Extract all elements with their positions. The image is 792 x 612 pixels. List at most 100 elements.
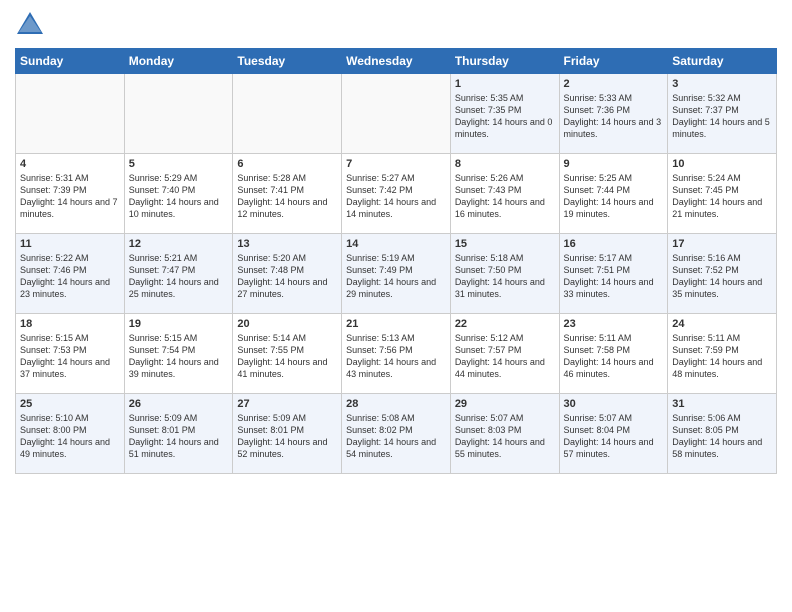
day-info: Sunrise: 5:08 AM Sunset: 8:02 PM Dayligh… bbox=[346, 412, 446, 461]
day-number: 19 bbox=[129, 318, 229, 330]
calendar-cell: 24Sunrise: 5:11 AM Sunset: 7:59 PM Dayli… bbox=[668, 314, 777, 394]
day-number: 21 bbox=[346, 318, 446, 330]
header bbox=[15, 10, 777, 40]
day-info: Sunrise: 5:09 AM Sunset: 8:01 PM Dayligh… bbox=[237, 412, 337, 461]
calendar-cell: 31Sunrise: 5:06 AM Sunset: 8:05 PM Dayli… bbox=[668, 394, 777, 474]
column-header-saturday: Saturday bbox=[668, 49, 777, 74]
day-number: 25 bbox=[20, 398, 120, 410]
calendar-cell bbox=[233, 74, 342, 154]
day-info: Sunrise: 5:15 AM Sunset: 7:53 PM Dayligh… bbox=[20, 332, 120, 381]
day-info: Sunrise: 5:32 AM Sunset: 7:37 PM Dayligh… bbox=[672, 92, 772, 141]
day-number: 14 bbox=[346, 238, 446, 250]
day-number: 15 bbox=[455, 238, 555, 250]
calendar-cell: 1 Sunrise: 5:35 AM Sunset: 7:35 PM Daylig… bbox=[450, 74, 559, 154]
day-info: Sunrise: 5:11 AM Sunset: 7:59 PM Dayligh… bbox=[672, 332, 772, 381]
day-number: 6 bbox=[237, 158, 337, 170]
calendar-cell: 5 Sunrise: 5:29 AM Sunset: 7:40 PM Daylig… bbox=[124, 154, 233, 234]
day-number: 13 bbox=[237, 238, 337, 250]
calendar-cell: 11 Sunrise: 5:22 AM Sunset: 7:46 PM Dayli… bbox=[16, 234, 125, 314]
day-info: Sunrise: 5:27 AM Sunset: 7:42 PM Dayligh… bbox=[346, 172, 446, 221]
day-number: 16 bbox=[564, 238, 664, 250]
day-info: Sunrise: 5:25 AM Sunset: 7:44 PM Dayligh… bbox=[564, 172, 664, 221]
calendar-cell: 9 Sunrise: 5:25 AM Sunset: 7:44 PM Daylig… bbox=[559, 154, 668, 234]
day-info: Sunrise: 5:07 AM Sunset: 8:04 PM Dayligh… bbox=[564, 412, 664, 461]
day-number: 1 bbox=[455, 78, 555, 90]
day-info: Sunrise: 5:17 AM Sunset: 7:51 PM Dayligh… bbox=[564, 252, 664, 301]
calendar-cell bbox=[124, 74, 233, 154]
day-info: Sunrise: 5:29 AM Sunset: 7:40 PM Dayligh… bbox=[129, 172, 229, 221]
day-info: Sunrise: 5:33 AM Sunset: 7:36 PM Dayligh… bbox=[564, 92, 664, 141]
column-header-tuesday: Tuesday bbox=[233, 49, 342, 74]
day-number: 18 bbox=[20, 318, 120, 330]
day-number: 7 bbox=[346, 158, 446, 170]
day-info: Sunrise: 5:13 AM Sunset: 7:56 PM Dayligh… bbox=[346, 332, 446, 381]
day-number: 22 bbox=[455, 318, 555, 330]
day-number: 8 bbox=[455, 158, 555, 170]
calendar-cell: 14 Sunrise: 5:19 AM Sunset: 7:49 PM Dayli… bbox=[342, 234, 451, 314]
day-number: 4 bbox=[20, 158, 120, 170]
calendar-cell: 22 Sunrise: 5:12 AM Sunset: 7:57 PM Dayli… bbox=[450, 314, 559, 394]
calendar-cell: 26 Sunrise: 5:09 AM Sunset: 8:01 PM Dayli… bbox=[124, 394, 233, 474]
day-info: Sunrise: 5:35 AM Sunset: 7:35 PM Dayligh… bbox=[455, 92, 555, 141]
day-info: Sunrise: 5:09 AM Sunset: 8:01 PM Dayligh… bbox=[129, 412, 229, 461]
day-number: 17 bbox=[672, 238, 772, 250]
calendar-cell: 21 Sunrise: 5:13 AM Sunset: 7:56 PM Dayli… bbox=[342, 314, 451, 394]
calendar-cell: 18 Sunrise: 5:15 AM Sunset: 7:53 PM Dayli… bbox=[16, 314, 125, 394]
day-info: Sunrise: 5:10 AM Sunset: 8:00 PM Dayligh… bbox=[20, 412, 120, 461]
logo bbox=[15, 10, 47, 40]
calendar-cell: 15 Sunrise: 5:18 AM Sunset: 7:50 PM Dayli… bbox=[450, 234, 559, 314]
day-number: 10 bbox=[672, 158, 772, 170]
column-header-wednesday: Wednesday bbox=[342, 49, 451, 74]
day-number: 29 bbox=[455, 398, 555, 410]
calendar-table: SundayMondayTuesdayWednesdayThursdayFrid… bbox=[15, 48, 777, 474]
page-container: SundayMondayTuesdayWednesdayThursdayFrid… bbox=[0, 0, 792, 484]
day-info: Sunrise: 5:19 AM Sunset: 7:49 PM Dayligh… bbox=[346, 252, 446, 301]
day-info: Sunrise: 5:28 AM Sunset: 7:41 PM Dayligh… bbox=[237, 172, 337, 221]
calendar-week-row: 4 Sunrise: 5:31 AM Sunset: 7:39 PM Daylig… bbox=[16, 154, 777, 234]
day-number: 9 bbox=[564, 158, 664, 170]
calendar-week-row: 18 Sunrise: 5:15 AM Sunset: 7:53 PM Dayli… bbox=[16, 314, 777, 394]
day-info: Sunrise: 5:24 AM Sunset: 7:45 PM Dayligh… bbox=[672, 172, 772, 221]
calendar-cell: 19 Sunrise: 5:15 AM Sunset: 7:54 PM Dayli… bbox=[124, 314, 233, 394]
calendar-cell: 30 Sunrise: 5:07 AM Sunset: 8:04 PM Dayli… bbox=[559, 394, 668, 474]
calendar-cell: 23Sunrise: 5:11 AM Sunset: 7:58 PM Dayli… bbox=[559, 314, 668, 394]
calendar-cell: 27Sunrise: 5:09 AM Sunset: 8:01 PM Dayli… bbox=[233, 394, 342, 474]
day-number: 26 bbox=[129, 398, 229, 410]
day-info: Sunrise: 5:14 AM Sunset: 7:55 PM Dayligh… bbox=[237, 332, 337, 381]
day-number: 20 bbox=[237, 318, 337, 330]
day-info: Sunrise: 5:18 AM Sunset: 7:50 PM Dayligh… bbox=[455, 252, 555, 301]
calendar-cell: 3 Sunrise: 5:32 AM Sunset: 7:37 PM Daylig… bbox=[668, 74, 777, 154]
calendar-cell: 17 Sunrise: 5:16 AM Sunset: 7:52 PM Dayli… bbox=[668, 234, 777, 314]
calendar-cell: 10 Sunrise: 5:24 AM Sunset: 7:45 PM Dayli… bbox=[668, 154, 777, 234]
column-header-thursday: Thursday bbox=[450, 49, 559, 74]
day-info: Sunrise: 5:16 AM Sunset: 7:52 PM Dayligh… bbox=[672, 252, 772, 301]
calendar-cell: 25 Sunrise: 5:10 AM Sunset: 8:00 PM Dayli… bbox=[16, 394, 125, 474]
day-number: 31 bbox=[672, 398, 772, 410]
calendar-cell: 29 Sunrise: 5:07 AM Sunset: 8:03 PM Dayli… bbox=[450, 394, 559, 474]
calendar-cell: 6 Sunrise: 5:28 AM Sunset: 7:41 PM Daylig… bbox=[233, 154, 342, 234]
day-number: 30 bbox=[564, 398, 664, 410]
calendar-cell bbox=[342, 74, 451, 154]
calendar-header-row: SundayMondayTuesdayWednesdayThursdayFrid… bbox=[16, 49, 777, 74]
day-info: Sunrise: 5:12 AM Sunset: 7:57 PM Dayligh… bbox=[455, 332, 555, 381]
day-info: Sunrise: 5:20 AM Sunset: 7:48 PM Dayligh… bbox=[237, 252, 337, 301]
calendar-cell: 8Sunrise: 5:26 AM Sunset: 7:43 PM Daylig… bbox=[450, 154, 559, 234]
calendar-cell: 13 Sunrise: 5:20 AM Sunset: 7:48 PM Dayli… bbox=[233, 234, 342, 314]
calendar-cell: 4 Sunrise: 5:31 AM Sunset: 7:39 PM Daylig… bbox=[16, 154, 125, 234]
day-number: 12 bbox=[129, 238, 229, 250]
column-header-sunday: Sunday bbox=[16, 49, 125, 74]
day-info: Sunrise: 5:15 AM Sunset: 7:54 PM Dayligh… bbox=[129, 332, 229, 381]
logo-icon bbox=[15, 10, 45, 40]
day-number: 11 bbox=[20, 238, 120, 250]
day-info: Sunrise: 5:31 AM Sunset: 7:39 PM Dayligh… bbox=[20, 172, 120, 221]
day-info: Sunrise: 5:22 AM Sunset: 7:46 PM Dayligh… bbox=[20, 252, 120, 301]
day-number: 5 bbox=[129, 158, 229, 170]
day-info: Sunrise: 5:07 AM Sunset: 8:03 PM Dayligh… bbox=[455, 412, 555, 461]
day-number: 3 bbox=[672, 78, 772, 90]
calendar-cell: 12Sunrise: 5:21 AM Sunset: 7:47 PM Dayli… bbox=[124, 234, 233, 314]
calendar-cell: 2 Sunrise: 5:33 AM Sunset: 7:36 PM Daylig… bbox=[559, 74, 668, 154]
day-number: 2 bbox=[564, 78, 664, 90]
calendar-cell: 28Sunrise: 5:08 AM Sunset: 8:02 PM Dayli… bbox=[342, 394, 451, 474]
calendar-week-row: 25 Sunrise: 5:10 AM Sunset: 8:00 PM Dayli… bbox=[16, 394, 777, 474]
calendar-cell: 16 Sunrise: 5:17 AM Sunset: 7:51 PM Dayli… bbox=[559, 234, 668, 314]
